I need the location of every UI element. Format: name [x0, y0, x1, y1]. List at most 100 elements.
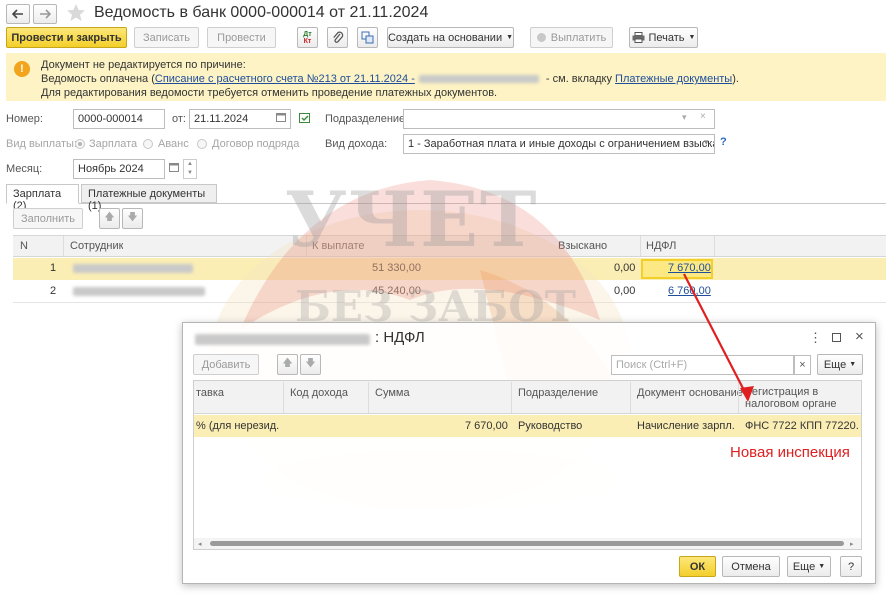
col-ndfl[interactable]: НДФЛ [646, 240, 676, 252]
income-type-field[interactable]: 1 - Заработная плата и иные доходы с огр… [403, 134, 715, 154]
fill-button[interactable]: Заполнить [13, 208, 83, 229]
printer-icon [632, 32, 644, 43]
payout-advance-radio[interactable] [143, 139, 153, 149]
pay-button[interactable]: Выплатить [530, 27, 613, 48]
dialog-move-down-button[interactable]: 🡇 [300, 354, 321, 375]
grid-header [13, 235, 886, 257]
row-number: 1 [50, 262, 57, 274]
back-button[interactable] [6, 4, 30, 24]
dialog-help-button[interactable]: ? [840, 556, 862, 577]
month-field[interactable]: Ноябрь 2024 [73, 159, 165, 179]
attach-button[interactable] [327, 27, 348, 48]
row-to-pay: 51 330,00 [372, 262, 421, 274]
redacted-employee [73, 287, 205, 296]
add-button[interactable]: Добавить [193, 354, 259, 375]
tab-salary[interactable]: Зарплата (2) [6, 184, 79, 212]
move-up-button[interactable]: 🡅 [99, 208, 120, 229]
paperclip-icon [332, 31, 343, 43]
division-label: Подразделение: [325, 113, 409, 125]
dialog-bottom-more-label: Еще [792, 560, 816, 573]
income-type-label: Вид дохода: [325, 138, 388, 150]
scrollbar-thumb[interactable] [210, 541, 844, 546]
move-down-button[interactable]: 🡇 [122, 208, 143, 229]
dialog-move-up-button[interactable]: 🡅 [277, 354, 298, 375]
payment-doc-link[interactable]: Списание с расчетного счета №213 от 21.1… [155, 73, 415, 85]
post-button[interactable]: Провести [207, 27, 276, 48]
number-field[interactable]: 0000-000014 [73, 109, 165, 129]
dropdown-arrow-icon: ▼ [688, 34, 696, 41]
structure-icon [361, 31, 374, 44]
redacted-employee [73, 264, 193, 273]
col-income-code[interactable]: Код дохода [290, 387, 348, 399]
redacted-title [195, 334, 370, 345]
number-label: Номер: [6, 113, 43, 125]
division-clear-icon[interactable]: × [700, 111, 706, 122]
tab-payment-documents[interactable]: Платежные документы (1) [81, 184, 217, 212]
payout-advance-label: Аванс [158, 138, 189, 150]
row-rate: % (для нерезид... [196, 420, 280, 432]
col-rate[interactable]: тавка [196, 387, 224, 399]
col-n[interactable]: N [20, 240, 28, 252]
col-collected[interactable]: Взыскано [558, 240, 607, 252]
search-clear-button[interactable]: × [794, 355, 811, 375]
dialog-bottom-more-button[interactable]: Еще ▼ [787, 556, 831, 577]
structure-button[interactable] [357, 27, 378, 48]
payout-contract-label: Договор подряда [212, 138, 300, 150]
row-collected: 0,00 [614, 262, 636, 274]
calendar-icon[interactable] [276, 112, 286, 125]
warning-text: Документ не редактируется по причине: Ве… [41, 58, 739, 100]
division-dropdown-icon[interactable]: ▾ [682, 112, 687, 123]
window-title: Ведомость в банк 0000-000014 от 21.11.20… [94, 4, 429, 21]
date-label: от: [172, 113, 186, 125]
month-spin-button[interactable]: ▲ ▼ [183, 159, 197, 179]
col-division[interactable]: Подразделение [518, 387, 598, 399]
arrow-up-icon: 🡅 [104, 212, 115, 223]
save-button[interactable]: Записать [134, 27, 199, 48]
cancel-button[interactable]: Отмена [722, 556, 780, 577]
redacted-text [418, 75, 539, 84]
dialog-close-icon[interactable]: × [855, 328, 864, 345]
ok-button[interactable]: ОК [679, 556, 716, 577]
row-division: Руководство [518, 420, 583, 432]
arrow-up-icon: 🡅 [282, 358, 293, 369]
division-field[interactable] [403, 109, 715, 129]
arrow-down-icon: 🡇 [127, 212, 138, 223]
payout-salary-label: Зарплата [89, 138, 138, 150]
favorite-star-icon[interactable] [66, 3, 86, 26]
dialog-more-button[interactable]: Еще ▼ [817, 354, 863, 375]
warning-line2: Ведомость оплачена (Списание с расчетног… [41, 73, 739, 85]
warning-line3: Для редактирования ведомости требуется о… [41, 87, 498, 99]
print-button[interactable]: Печать ▼ [629, 27, 698, 48]
arrow-left-icon [12, 9, 23, 19]
dialog-menu-icon[interactable]: ⋮ [809, 330, 822, 346]
document-status-icon [299, 113, 313, 128]
payout-salary-radio[interactable] [75, 139, 85, 149]
scroll-left-icon[interactable]: ◂ [198, 540, 202, 548]
col-amount[interactable]: Сумма [375, 387, 410, 399]
post-and-close-button[interactable]: Провести и закрыть [6, 27, 127, 48]
row-basis-doc: Начисление зарпл... [637, 420, 735, 432]
warning-icon: ! [14, 61, 30, 77]
help-icon[interactable]: ? [720, 136, 727, 148]
create-based-on-button[interactable]: Создать на основании ▼ [387, 27, 514, 48]
row-amount: 7 670,00 [465, 420, 508, 432]
date-value: 21.11.2024 [194, 113, 249, 125]
dropdown-arrow-icon: ▼ [818, 563, 826, 570]
col-employee[interactable]: Сотрудник [70, 240, 123, 252]
scroll-right-icon[interactable]: ▸ [850, 540, 854, 548]
dt-kt-button[interactable]: Дт Кт [297, 27, 318, 48]
print-label: Печать [648, 31, 685, 44]
dropdown-arrow-icon: ▼ [506, 34, 514, 41]
dialog-maximize-icon[interactable] [832, 333, 841, 342]
payout-type-label: Вид выплаты: [6, 138, 77, 150]
forward-button[interactable] [33, 4, 57, 24]
row-to-pay: 45 240,00 [372, 285, 421, 297]
row-number: 2 [50, 285, 57, 297]
col-to-pay[interactable]: К выплате [312, 240, 365, 252]
arrow-down-icon: 🡇 [305, 358, 316, 369]
annotation-arrow-icon [683, 273, 754, 402]
payout-contract-radio[interactable] [197, 139, 207, 149]
payment-docs-tab-link[interactable]: Платежные документы [615, 73, 732, 85]
income-dropdown-icon[interactable]: ▾ [704, 137, 709, 148]
month-calendar-icon[interactable] [169, 162, 179, 175]
